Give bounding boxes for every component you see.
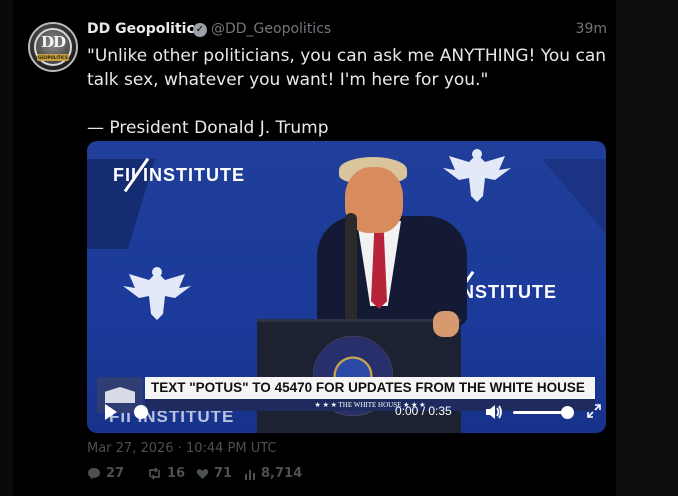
verified-badge-icon: ✓ [193, 23, 207, 37]
reply-count: 27 [106, 466, 125, 481]
like-count: 71 [214, 466, 233, 481]
tweet-card: DD GEOPOLITICS DD Geopolitics ✓ @DD_Geop… [13, 0, 616, 496]
stage-panel-right [542, 159, 606, 234]
avatar-ribbon: GEOPOLITICS [37, 54, 69, 61]
eagle-emblem-icon [443, 149, 511, 202]
tweet-header: DD Geopolitics ✓ @DD_Geopolitics 39m [87, 21, 607, 41]
video-player[interactable]: FII INSTITUTE INSTITUTE FII INSTITUTE TE… [87, 141, 606, 433]
volume-slider[interactable] [513, 411, 568, 414]
views-stat[interactable]: 8,714 [244, 466, 302, 481]
author-name[interactable]: DD Geopolitics [87, 21, 203, 37]
avatar[interactable]: DD GEOPOLITICS [28, 22, 78, 72]
speaker-hand [433, 311, 459, 337]
tweet-timestamp[interactable]: Mar 27, 2026 · 10:44 PM UTC [87, 441, 277, 456]
retweet-icon [149, 467, 160, 480]
tweet-quote: "Unlike other politicians, you can ask m… [87, 46, 607, 90]
banner-headline: TEXT "POTUS" TO 45470 FOR UPDATES FROM T… [145, 377, 595, 399]
institute-logo: INSTITUTE [455, 282, 557, 302]
reply-icon [88, 468, 100, 480]
right-rail [616, 0, 678, 496]
progress-knob[interactable] [134, 405, 148, 419]
like-stat[interactable]: 71 [196, 466, 232, 481]
avatar-monogram: DD [40, 33, 66, 51]
retweet-count: 16 [167, 466, 186, 481]
reply-stat[interactable]: 27 [87, 466, 124, 481]
play-icon[interactable] [105, 404, 117, 420]
fii-institute-logo: FII INSTITUTE [113, 165, 245, 185]
author-handle[interactable]: @DD_Geopolitics [211, 21, 331, 37]
view-count: 8,714 [261, 466, 303, 481]
bar-chart-icon [245, 469, 255, 480]
left-rail [0, 0, 13, 496]
eagle-emblem-icon [123, 267, 191, 320]
volume-knob[interactable] [561, 406, 574, 419]
tweet-stats: 27 16 71 8,714 [87, 466, 607, 484]
time-readout: 0:00 / 0:35 [395, 404, 452, 418]
tweet-text: "Unlike other politicians, you can ask m… [87, 44, 607, 140]
fullscreen-icon[interactable] [587, 404, 601, 418]
volume-icon[interactable] [485, 404, 503, 420]
microphone [345, 213, 357, 323]
retweet-stat[interactable]: 16 [147, 466, 185, 481]
heart-icon [196, 468, 209, 479]
tweet-attribution: — President Donald J. Trump [87, 118, 329, 138]
video-controls: 0:00 / 0:35 [87, 399, 606, 433]
relative-time[interactable]: 39m [576, 21, 607, 37]
